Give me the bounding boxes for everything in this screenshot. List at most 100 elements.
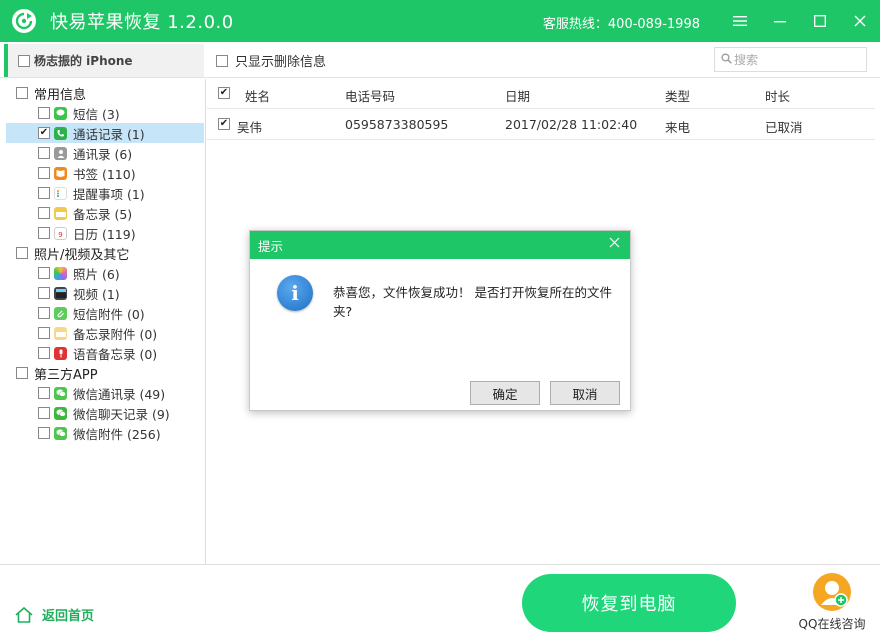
sidebar-item-reminders[interactable]: 提醒事项 (1) [38,183,145,203]
dialog-ok-button[interactable]: 确定 [470,381,540,405]
item-label: 短信 (3) [73,106,120,122]
item-checkbox[interactable] [38,307,50,319]
recover-to-computer-button[interactable]: 恢复到电脑 [522,574,736,632]
sidebar-item-videos[interactable]: 视频 (1) [38,283,120,303]
video-icon [54,286,67,300]
item-checkbox[interactable] [38,347,50,359]
device-tab[interactable]: 杨志振的 iPhone [4,44,204,77]
minimize-icon[interactable] [766,8,794,34]
qq-consult-button[interactable]: QQ在线咨询 [790,573,874,632]
item-checkbox[interactable] [38,227,50,239]
item-label: 通讯录 (6) [73,146,133,162]
search-input[interactable]: 搜索 [714,47,867,72]
item-checkbox[interactable] [38,107,50,119]
header-date[interactable]: 日期 [505,86,530,105]
category-checkbox[interactable] [16,247,28,259]
dialog-cancel-button[interactable]: 取消 [550,381,620,405]
category-label: 第三方APP [34,367,98,383]
item-label: 语音备忘录 (0) [73,346,158,362]
header-type[interactable]: 类型 [665,86,690,105]
hotline-text: 客服热线：400-089-1998 [542,17,700,32]
bookmark-icon [54,166,67,180]
calendar-icon: 9 [54,226,67,240]
sidebar-item-contacts[interactable]: 通讯录 (6) [38,143,132,163]
voice-memo-icon [54,346,67,360]
sidebar-item-notes[interactable]: 备忘录 (5) [38,203,132,223]
item-checkbox[interactable] [38,167,50,179]
menu-icon[interactable] [726,8,754,34]
item-checkbox[interactable] [38,327,50,339]
header-duration[interactable]: 时长 [765,86,790,105]
header-phone[interactable]: 电话号码 [345,86,395,105]
category-sidebar: 常用信息 短信 (3) 通话记录 (1) 通讯录 (6) 书签 (110) 提醒 [0,79,206,564]
item-label: 短信附件 (0) [73,306,145,322]
item-label: 提醒事项 (1) [73,186,145,202]
sidebar-item-voice-memos[interactable]: 语音备忘录 (0) [38,343,157,363]
search-icon [721,52,732,67]
item-checkbox[interactable] [38,387,50,399]
sidebar-item-sms[interactable]: 短信 (3) [38,103,120,123]
item-checkbox[interactable] [38,267,50,279]
sms-attachment-icon [54,306,67,320]
category-checkbox[interactable] [16,87,28,99]
item-label: 微信聊天记录 (9) [73,406,170,422]
item-label: 备忘录 (5) [73,206,133,222]
item-label: 书签 (110) [73,166,136,182]
item-checkbox[interactable] [38,407,50,419]
header-name[interactable]: 姓名 [245,86,270,105]
back-home-link[interactable]: 返回首页 [14,605,94,624]
device-label: 杨志振的 iPhone [34,54,133,68]
notes-icon [54,206,67,220]
item-checkbox[interactable] [38,287,50,299]
close-icon[interactable] [846,8,874,34]
item-label: 视频 (1) [73,286,120,302]
app-logo-icon [12,9,36,33]
sidebar-item-calendar[interactable]: 9 日历 (119) [38,223,136,243]
sidebar-item-call-log[interactable]: 通话记录 (1) [38,123,145,143]
maximize-icon[interactable] [806,8,834,34]
reminder-icon [54,186,67,200]
row-checkbox[interactable] [218,118,230,130]
select-all-checkbox[interactable] [218,87,230,99]
item-checkbox[interactable] [38,207,50,219]
svg-text:9: 9 [58,231,62,238]
qq-consult-label: QQ在线咨询 [798,617,866,631]
device-checkbox[interactable] [18,54,30,67]
item-label: 微信附件 (256) [73,426,161,442]
category-third-party-app[interactable]: 第三方APP [16,363,98,383]
home-icon [15,606,33,623]
item-label: 日历 (119) [73,226,136,242]
category-common-info[interactable]: 常用信息 [16,83,86,103]
item-checkbox[interactable] [38,187,50,199]
dialog-title-bar: 提示 [250,231,630,259]
item-checkbox[interactable] [38,427,50,439]
item-label: 照片 (6) [73,266,120,282]
item-label: 微信通讯录 (49) [73,386,166,402]
category-label: 常用信息 [34,87,87,103]
item-checkbox[interactable] [38,127,50,139]
dialog-close-icon[interactable] [609,236,620,252]
sidebar-item-sms-attachments[interactable]: 短信附件 (0) [38,303,145,323]
only-deleted-toggle[interactable]: 只显示删除信息 [216,51,326,70]
table-row[interactable]: 吴伟 0595873380595 2017/02/28 11:02:40 来电 … [207,110,875,140]
phone-icon [54,126,67,140]
item-checkbox[interactable] [38,147,50,159]
sms-icon [54,106,67,120]
cell-type: 来电 [665,120,691,135]
cell-duration: 已取消 [765,120,803,135]
sidebar-item-bookmarks[interactable]: 书签 (110) [38,163,136,183]
cell-phone: 0595873380595 [345,117,449,132]
only-deleted-checkbox[interactable] [216,54,228,67]
cell-date: 2017/02/28 11:02:40 [505,117,638,132]
wechat-chat-icon [54,406,67,420]
sidebar-item-wechat-chats[interactable]: 微信聊天记录 (9) [38,403,170,423]
back-home-label: 返回首页 [42,609,95,624]
category-photos-videos[interactable]: 照片/视频及其它 [16,243,129,263]
dialog-message: 恭喜您，文件恢复成功！ 是否打开恢复所在的文件夹? [333,285,612,319]
sidebar-item-photos[interactable]: 照片 (6) [38,263,120,283]
sidebar-item-wechat-attachments[interactable]: 微信附件 (256) [38,423,161,443]
sidebar-item-notes-attachments[interactable]: 备忘录附件 (0) [38,323,157,343]
sidebar-item-wechat-contacts[interactable]: 微信通讯录 (49) [38,383,165,403]
cell-name: 吴伟 [237,120,263,135]
category-checkbox[interactable] [16,367,28,379]
